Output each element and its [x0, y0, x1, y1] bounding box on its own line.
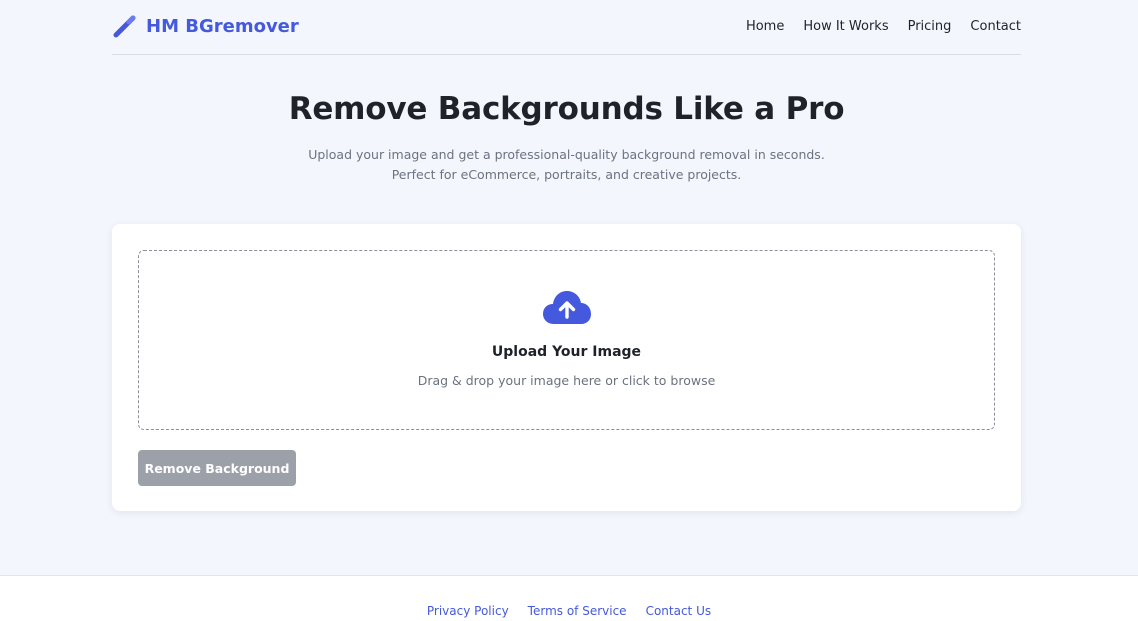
- upload-dropzone[interactable]: Upload Your Image Drag & drop your image…: [138, 250, 995, 430]
- hero-title: Remove Backgrounds Like a Pro: [288, 91, 845, 127]
- main-nav: Home How It Works Pricing Contact: [746, 19, 1021, 34]
- site-footer: Privacy Policy Terms of Service Contact …: [0, 575, 1138, 621]
- nav-pricing-link[interactable]: Pricing: [908, 19, 952, 34]
- footer-links: Privacy Policy Terms of Service Contact …: [427, 604, 711, 618]
- upload-hint: Drag & drop your image here or click to …: [417, 373, 716, 388]
- nav-home-link[interactable]: Home: [746, 19, 784, 34]
- remove-background-button[interactable]: Remove Background: [138, 450, 296, 486]
- magic-wand-icon: [113, 15, 136, 37]
- site-header: HM BGremover Home How It Works Pricing C…: [112, 0, 1021, 55]
- nav-contact-link[interactable]: Contact: [970, 19, 1021, 34]
- upload-card: Upload Your Image Drag & drop your image…: [112, 224, 1021, 511]
- hero-section: Remove Backgrounds Like a Pro Upload you…: [112, 91, 1021, 185]
- footer-privacy-link[interactable]: Privacy Policy: [427, 604, 509, 618]
- nav-how-it-works-link[interactable]: How It Works: [803, 19, 888, 34]
- footer-terms-link[interactable]: Terms of Service: [528, 604, 627, 618]
- cloud-upload-icon: [542, 291, 591, 324]
- upload-title: Upload Your Image: [491, 344, 642, 360]
- brand-logo[interactable]: HM BGremover: [112, 13, 299, 40]
- footer-contact-link[interactable]: Contact Us: [646, 604, 712, 618]
- hero-subtitle: Upload your image and get a professional…: [308, 147, 825, 182]
- brand-name: HM BGremover: [146, 15, 299, 37]
